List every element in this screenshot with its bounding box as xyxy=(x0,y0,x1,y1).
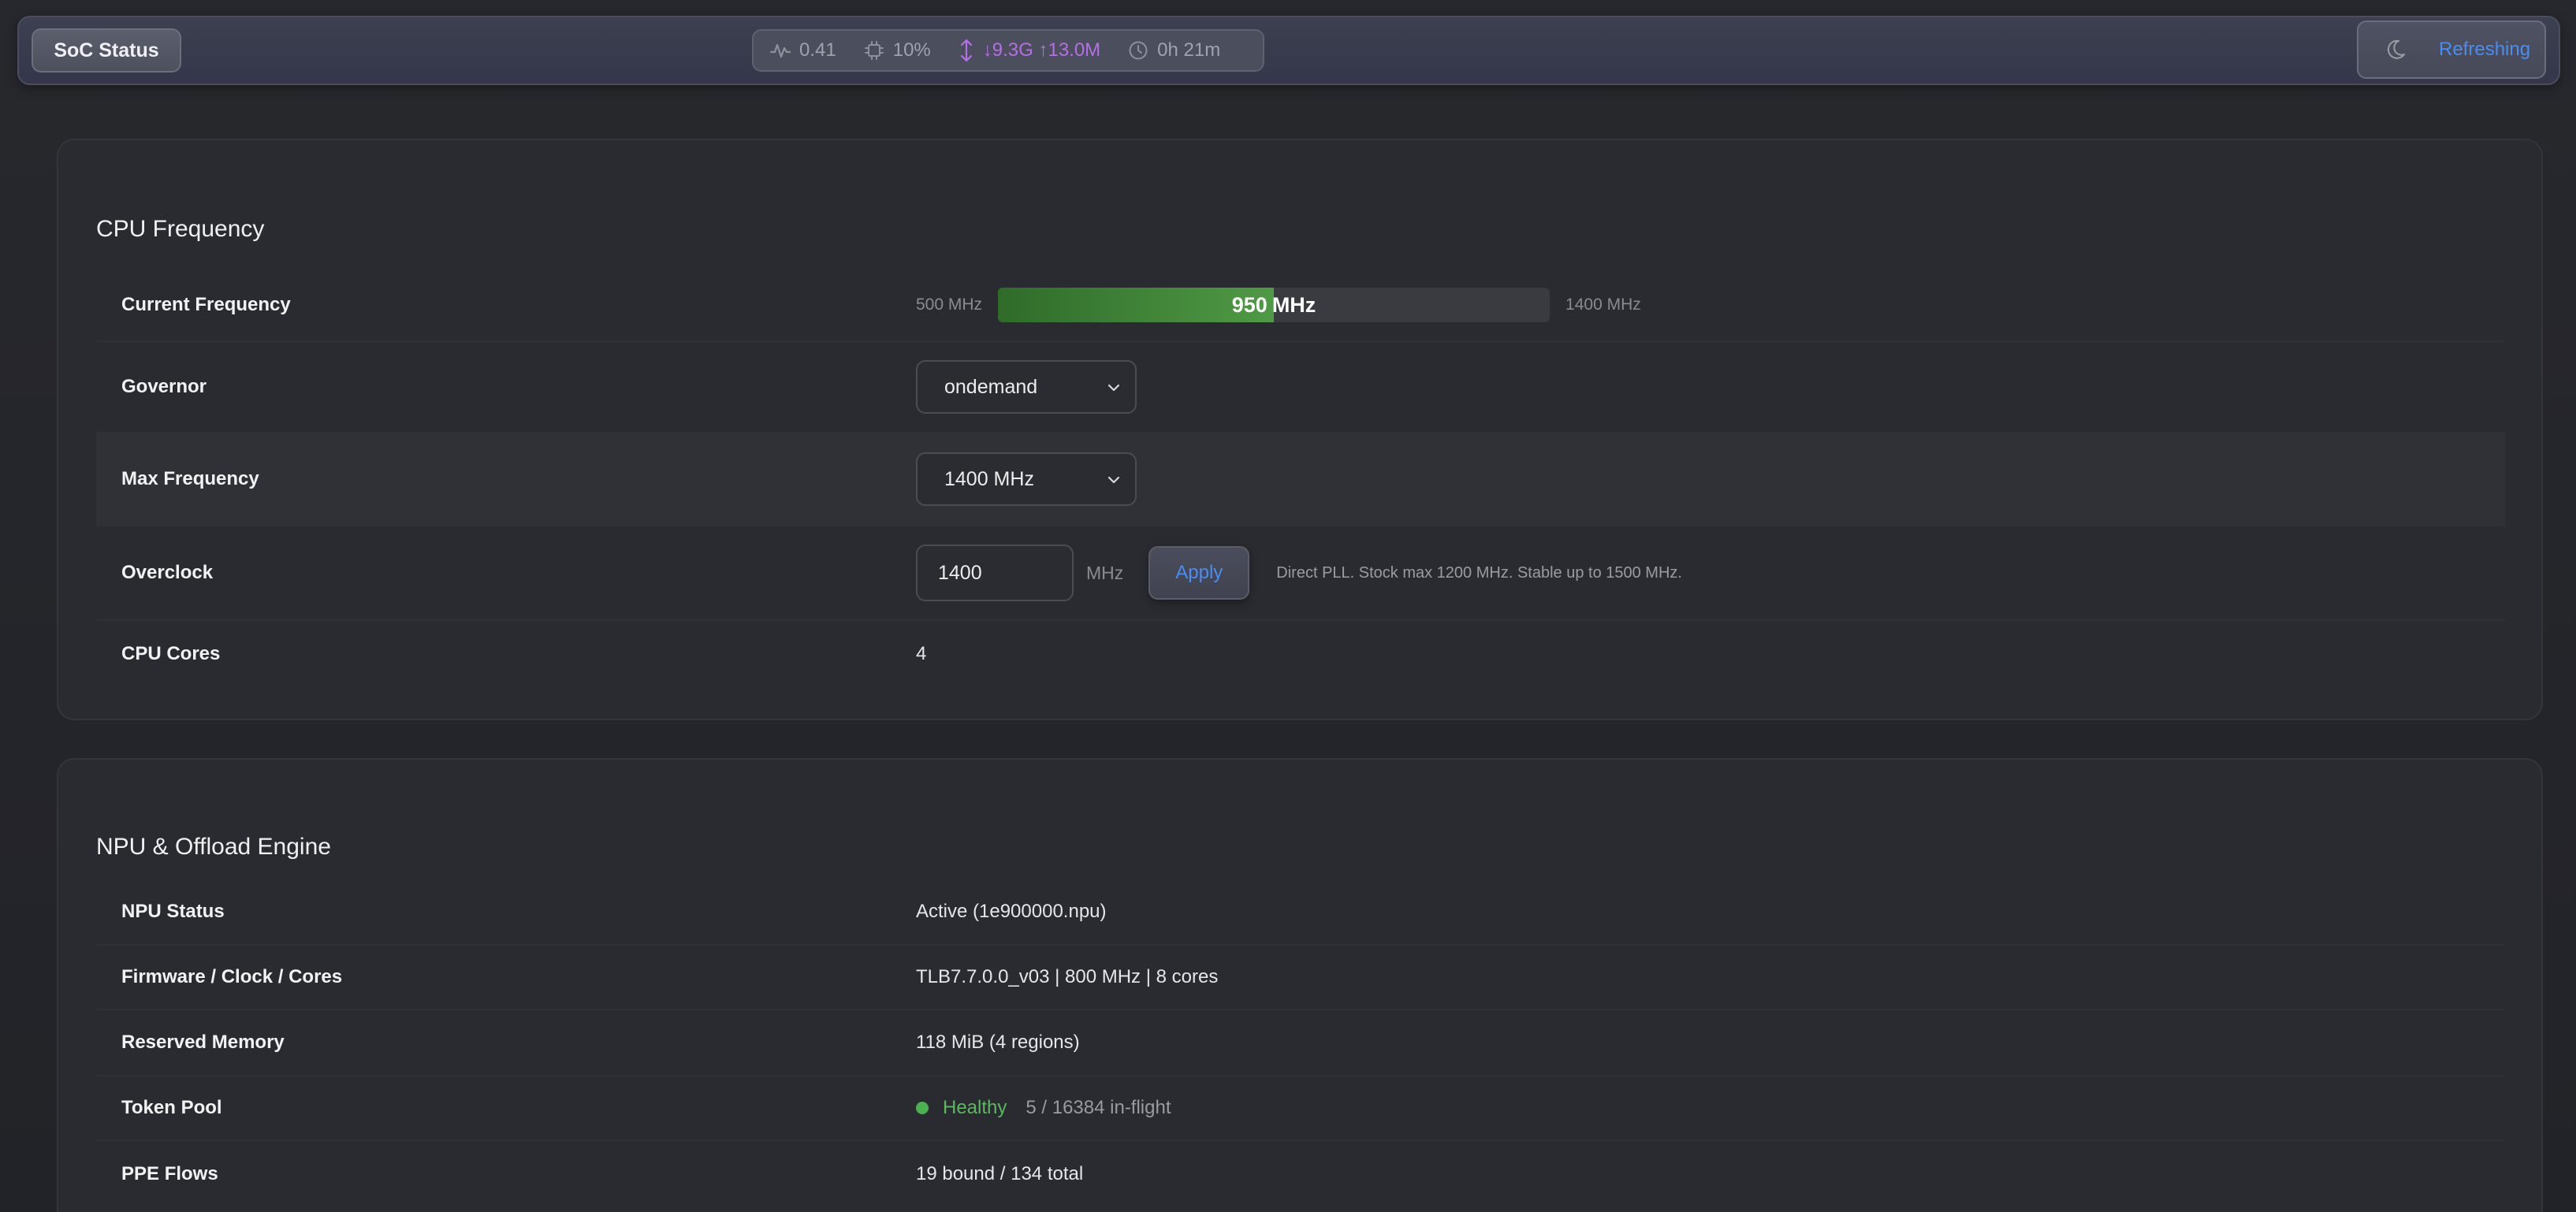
token-pool-status: Healthy xyxy=(943,1097,1007,1118)
overclock-note: Direct PLL. Stock max 1200 MHz. Stable u… xyxy=(1276,563,1682,582)
apply-button[interactable]: Apply xyxy=(1148,546,1250,600)
governor-label: Governor xyxy=(121,376,207,397)
load-value: 0.41 xyxy=(799,39,836,61)
firmware-value: TLB7.7.0.0_v03 | 800 MHz | 8 cores xyxy=(916,966,1219,987)
chevron-down-icon xyxy=(1107,476,1120,484)
reserved-memory-row: Reserved Memory 118 MiB (4 regions) xyxy=(96,1010,2505,1076)
current-frequency-label: Current Frequency xyxy=(121,294,291,315)
firmware-row: Firmware / Clock / Cores TLB7.7.0.0_v03 … xyxy=(96,946,2505,1010)
max-frequency-select[interactable]: 1400 MHz xyxy=(916,452,1137,506)
cpu-frequency-card: CPU Frequency Current Frequency 500 MHz … xyxy=(57,139,2543,720)
uptime-stat: 0h 21m xyxy=(1127,39,1220,61)
cpu-value: 10% xyxy=(892,39,931,61)
cpu-chip-icon xyxy=(864,41,884,60)
overclock-row: Overclock 1400 MHz Apply Direct PLL. Sto… xyxy=(96,526,2505,621)
frequency-max-label: 1400 MHz xyxy=(1565,296,1641,314)
frequency-bar-text: 950 MHz xyxy=(998,288,1550,322)
npu-status-label: NPU Status xyxy=(121,901,225,922)
status-dot-icon xyxy=(916,1102,929,1114)
cpu-stat: 10% xyxy=(863,39,931,61)
ppe-flows-row: PPE Flows 19 bound / 134 total xyxy=(96,1141,2505,1207)
npu-offload-card: NPU & Offload Engine NPU Status Active (… xyxy=(57,758,2543,1212)
load-stat: 0.41 xyxy=(769,39,836,61)
ppe-flows-label: PPE Flows xyxy=(121,1163,218,1184)
max-frequency-selected-value: 1400 MHz xyxy=(944,467,1034,490)
cpu-cores-row: CPU Cores 4 xyxy=(96,621,2505,687)
refresh-toggle[interactable]: Refreshing xyxy=(2357,20,2546,79)
clock-icon xyxy=(1129,41,1148,60)
current-frequency-row: Current Frequency 500 MHz 950 MHz 1400 M… xyxy=(96,270,2505,342)
top-bar: SoC Status 0.41 10% ↓9.3G ↑13.0M 0h 21m … xyxy=(17,16,2560,85)
network-stat: ↓9.3G ↑13.0M xyxy=(958,39,1100,62)
reserved-memory-label: Reserved Memory xyxy=(121,1032,285,1053)
governor-row: Governor ondemand xyxy=(96,342,2505,433)
cpu-cores-label: CPU Cores xyxy=(121,643,221,664)
soc-status-page: SoC Status 0.41 10% ↓9.3G ↑13.0M 0h 21m … xyxy=(0,0,2576,1212)
npu-status-row: NPU Status Active (1e900000.npu) xyxy=(96,879,2505,946)
token-pool-label: Token Pool xyxy=(121,1097,222,1118)
overclock-label: Overclock xyxy=(121,562,214,583)
token-pool-value: Healthy 5 / 16384 in-flight xyxy=(916,1097,1171,1119)
transfer-arrows-icon xyxy=(960,39,972,62)
firmware-label: Firmware / Clock / Cores xyxy=(121,966,343,987)
uptime-value: 0h 21m xyxy=(1157,39,1221,61)
npu-card-title: NPU & Offload Engine xyxy=(96,834,331,860)
max-frequency-row: Max Frequency 1400 MHz xyxy=(96,433,2505,526)
frequency-value: 950 xyxy=(1231,292,1268,317)
network-value: ↓9.3G ↑13.0M xyxy=(982,39,1101,61)
token-pool-detail: 5 / 16384 in-flight xyxy=(1026,1097,1171,1118)
cpu-card-title: CPU Frequency xyxy=(96,216,265,242)
moon-icon xyxy=(2387,39,2405,59)
npu-status-value: Active (1e900000.npu) xyxy=(916,901,1107,922)
max-frequency-label: Max Frequency xyxy=(121,468,259,489)
refresh-label: Refreshing xyxy=(2439,39,2531,60)
governor-select[interactable]: ondemand xyxy=(916,360,1137,414)
frequency-min-label: 500 MHz xyxy=(916,296,983,314)
overclock-input[interactable]: 1400 xyxy=(916,545,1074,601)
frequency-bar: 950 MHz xyxy=(998,288,1550,322)
frequency-unit: MHz xyxy=(1271,292,1316,317)
ppe-flows-value: 19 bound / 134 total xyxy=(916,1163,1084,1184)
governor-selected-value: ondemand xyxy=(944,375,1038,398)
system-stats-pill: 0.41 10% ↓9.3G ↑13.0M 0h 21m xyxy=(752,29,1264,72)
soc-status-button[interactable]: SoC Status xyxy=(32,28,181,72)
activity-icon xyxy=(769,43,791,58)
cpu-cores-value: 4 xyxy=(916,643,927,664)
token-pool-row: Token Pool Healthy 5 / 16384 in-flight xyxy=(96,1076,2505,1141)
frequency-meter: 500 MHz 950 MHz 1400 MHz xyxy=(916,288,1641,322)
chevron-down-icon xyxy=(1107,384,1120,392)
reserved-memory-value: 118 MiB (4 regions) xyxy=(916,1032,1080,1053)
overclock-unit: MHz xyxy=(1086,562,1124,583)
